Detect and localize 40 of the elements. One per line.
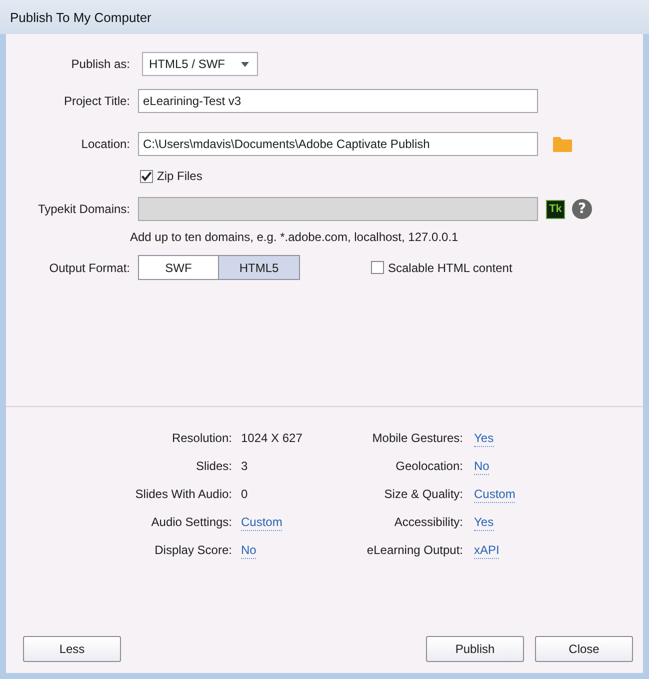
setting-link[interactable]: Custom	[241, 515, 282, 531]
setting-label: Audio Settings:	[151, 515, 232, 529]
field-label: Typekit Domains:	[36, 202, 130, 216]
field-label: Output Format:	[48, 260, 130, 274]
setting-link[interactable]: Custom	[474, 487, 516, 503]
setting-label: Geolocation:	[396, 459, 463, 473]
field-label: Location:	[80, 137, 130, 151]
dialog-button[interactable]: Close	[535, 636, 633, 662]
setting-value: 3	[241, 459, 248, 473]
setting-value: 0	[241, 487, 248, 501]
setting-label: Slides:	[196, 459, 232, 473]
scalable-html-checkbox[interactable]	[371, 261, 384, 274]
location-field[interactable]: C:\Users\mdavis\Documents\Adobe Captivate Publish	[138, 132, 538, 156]
format-toggle-button[interactable]: HTML5	[219, 255, 300, 280]
setting-label: Mobile Gestures:	[372, 431, 463, 445]
setting-label: eLearning Output:	[366, 543, 463, 557]
setting-label: Slides With Audio:	[135, 487, 232, 501]
dialog-button[interactable]: Publish	[426, 636, 524, 662]
publish-format-dropdown[interactable]: HTML5 / SWF	[142, 52, 258, 76]
setting-label: Display Score:	[154, 543, 232, 557]
setting-link[interactable]: xAPI	[474, 543, 500, 559]
checkbox-label: Scalable HTML content	[388, 260, 512, 274]
field-label: Publish as:	[70, 57, 130, 71]
setting-link[interactable]: Yes	[474, 515, 494, 531]
format-toggle-button[interactable]: SWF	[138, 255, 219, 280]
setting-label: Accessibility:	[394, 515, 463, 529]
setting-link[interactable]: No	[474, 459, 490, 475]
project-title-field[interactable]: eLearining-Test v3	[138, 89, 538, 113]
less-button[interactable]: Less	[23, 636, 121, 662]
setting-link[interactable]: No	[241, 543, 256, 559]
setting-value: 1024 X 627	[241, 431, 302, 445]
hint-text: Add up to ten domains, e.g. *.adobe.com, localhost, 127.0.0.1	[130, 230, 458, 244]
setting-label: Size & Quality:	[384, 487, 463, 501]
setting-label: Resolution:	[172, 431, 232, 445]
zip-files-checkbox[interactable]	[140, 170, 153, 182]
field-label: Project Title:	[62, 94, 130, 108]
window-title: Publish To My Computer	[10, 10, 152, 24]
checkbox-label: Zip Files	[157, 169, 202, 183]
caret-icon	[241, 62, 249, 66]
setting-link[interactable]: Yes	[474, 431, 494, 447]
